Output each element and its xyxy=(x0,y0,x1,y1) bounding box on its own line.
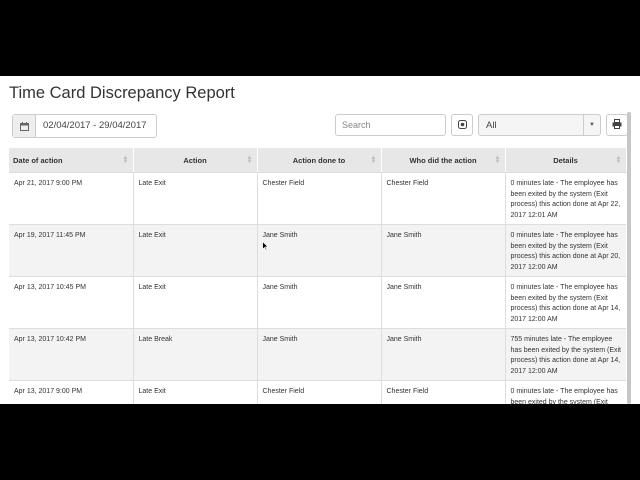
table-row: Apr 13, 2017 9:00 PM Late Exit Chester F… xyxy=(9,380,626,404)
cell-action: Late Exit xyxy=(133,276,258,329)
cell-action-done-to: Jane Smith xyxy=(257,328,382,381)
sort-icon: ▲ ▼ xyxy=(246,155,253,165)
column-header-details[interactable]: Details ▲ ▼ xyxy=(505,148,627,173)
cell-details: 0 minutes late - The employee has been e… xyxy=(505,172,626,225)
clear-icon xyxy=(457,116,467,134)
cell-who: Chester Field xyxy=(381,380,506,404)
cell-action: Late Exit xyxy=(133,172,258,225)
page-title: Time Card Discrepancy Report xyxy=(9,84,235,102)
date-range-value: 02/04/2017 - 29/04/2017 xyxy=(43,120,147,131)
table-row: Apr 13, 2017 10:45 PM Late Exit Jane Smi… xyxy=(9,276,626,329)
column-header-action[interactable]: Action ▲ ▼ xyxy=(133,148,258,173)
cell-details: 0 minutes late - The employee has been e… xyxy=(505,224,626,277)
clear-search-button[interactable] xyxy=(451,114,473,136)
column-header-date[interactable]: Date of action ▲ ▼ xyxy=(9,148,134,173)
cell-date: Apr 13, 2017 10:42 PM xyxy=(9,328,134,381)
table-row: Apr 13, 2017 10:42 PM Late Break Jane Sm… xyxy=(9,328,626,381)
table-row: Apr 19, 2017 11:45 PM Late Exit Jane Smi… xyxy=(9,224,626,277)
table-row: Apr 21, 2017 9:00 PM Late Exit Chester F… xyxy=(9,172,626,225)
date-range-picker[interactable]: 02/04/2017 - 29/04/2017 xyxy=(12,114,157,138)
app-screen: Time Card Discrepancy Report 02/04/2017 … xyxy=(0,76,640,404)
cell-action-done-to: Chester Field xyxy=(257,172,382,225)
vertical-scrollbar[interactable] xyxy=(627,112,631,404)
cell-date: Apr 13, 2017 10:45 PM xyxy=(9,276,134,329)
cell-details: 0 minutes late - The employee has been e… xyxy=(505,276,626,329)
sort-icon: ▲ ▼ xyxy=(615,155,622,165)
cell-date: Apr 21, 2017 9:00 PM xyxy=(9,172,134,225)
filter-select-value: All xyxy=(486,119,497,131)
chevron-down-icon[interactable]: ▼ xyxy=(583,115,600,135)
cell-action: Late Exit xyxy=(133,224,258,277)
column-header-action-done-to[interactable]: Action done to ▲ ▼ xyxy=(257,148,382,173)
cell-date: Apr 13, 2017 9:00 PM xyxy=(9,380,134,404)
report-table: Date of action ▲ ▼ Action ▲ ▼ Action done to… xyxy=(9,148,627,404)
cell-date: Apr 19, 2017 11:45 PM xyxy=(9,224,134,277)
cell-details: 0 minutes late - The employee has been e… xyxy=(505,380,626,404)
filter-select[interactable]: All ▼ xyxy=(478,114,601,136)
sort-icon: ▲ ▼ xyxy=(370,155,377,165)
search-input[interactable] xyxy=(335,114,446,136)
table-header-row: Date of action ▲ ▼ Action ▲ ▼ Action done to… xyxy=(9,148,627,173)
cell-who: Jane Smith xyxy=(381,328,506,381)
cell-who: Jane Smith xyxy=(381,276,506,329)
cell-who: Chester Field xyxy=(381,172,506,225)
mouse-cursor-icon xyxy=(262,238,270,256)
calendar-icon[interactable] xyxy=(13,115,36,137)
cell-action-done-to: Jane Smith xyxy=(257,224,382,277)
toolbar: 02/04/2017 - 29/04/2017 All ▼ xyxy=(0,114,640,138)
printer-icon xyxy=(612,116,622,134)
cell-action-done-to: Jane Smith xyxy=(257,276,382,329)
cell-details: 755 minutes late - The employee has been… xyxy=(505,328,626,381)
cell-action-done-to: Chester Field xyxy=(257,380,382,404)
sort-icon: ▲ ▼ xyxy=(494,155,501,165)
cell-action: Late Break xyxy=(133,328,258,381)
cell-who: Jane Smith xyxy=(381,224,506,277)
sort-icon: ▲ ▼ xyxy=(122,155,129,165)
column-header-who[interactable]: Who did the action ▲ ▼ xyxy=(381,148,506,173)
cell-action: Late Exit xyxy=(133,380,258,404)
print-button[interactable] xyxy=(606,114,628,136)
